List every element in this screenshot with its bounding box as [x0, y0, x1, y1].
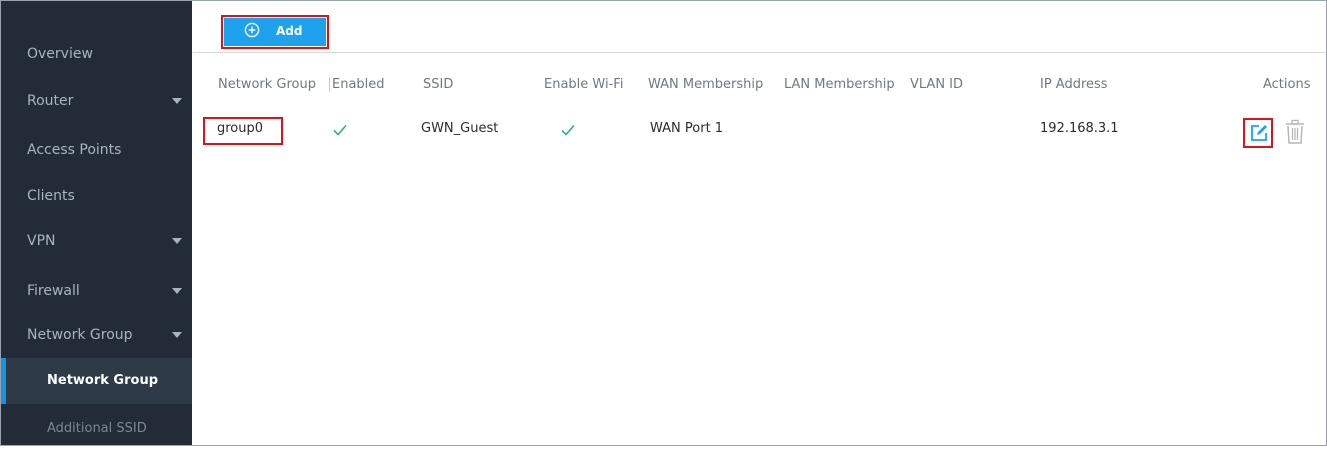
toolbar-divider	[193, 52, 1325, 53]
caret-down-icon	[172, 288, 182, 294]
sidebar-subitem-label: Additional SSID	[47, 421, 147, 436]
column-header-ssid[interactable]: SSID	[423, 77, 453, 92]
trash-icon[interactable]	[1285, 119, 1305, 145]
sidebar-item-label: VPN	[27, 233, 56, 249]
column-header-enabled[interactable]: Enabled	[329, 77, 385, 92]
sidebar: Overview Router Access Points Clients VP…	[1, 1, 192, 445]
sidebar-item-label: Network Group	[27, 327, 133, 343]
sidebar-item-overview[interactable]: Overview	[1, 31, 192, 77]
sidebar-subitem-label: Network Group	[47, 373, 159, 388]
sidebar-item-router[interactable]: Router	[1, 78, 192, 124]
column-header-actions: Actions	[1263, 77, 1311, 92]
column-header-network-group[interactable]: Network Group	[218, 77, 316, 92]
network-group-name[interactable]: group0	[217, 121, 263, 136]
sidebar-item-access-points[interactable]: Access Points	[1, 127, 192, 173]
sidebar-item-label: Access Points	[27, 142, 122, 158]
column-header-vlan-id[interactable]: VLAN ID	[910, 77, 963, 92]
caret-down-icon	[172, 332, 182, 338]
sidebar-item-clients[interactable]: Clients	[1, 173, 192, 219]
column-header-lan-membership[interactable]: LAN Membership	[784, 77, 895, 92]
sidebar-item-label: Clients	[27, 188, 75, 204]
sidebar-item-label: Overview	[27, 46, 93, 62]
sidebar-subitem-network-group[interactable]: Network Group	[1, 358, 192, 404]
caret-down-icon	[172, 238, 182, 244]
column-header-enable-wifi[interactable]: Enable Wi-Fi	[544, 77, 623, 92]
sidebar-item-vpn[interactable]: VPN	[1, 218, 192, 264]
check-icon	[333, 124, 347, 136]
add-button-label: Add	[276, 24, 303, 38]
plus-circle-icon	[244, 22, 260, 38]
main-content: Add Network Group Enabled SSID Enable Wi…	[193, 1, 1325, 445]
column-header-wan-membership[interactable]: WAN Membership	[648, 77, 763, 92]
wan-membership-value: WAN Port 1	[650, 121, 724, 136]
edit-icon	[1251, 125, 1267, 141]
ssid-value: GWN_Guest	[421, 121, 499, 136]
ip-address-value: 192.168.3.1	[1040, 121, 1119, 136]
sidebar-item-firewall[interactable]: Firewall	[1, 268, 192, 314]
check-icon	[561, 124, 575, 136]
column-header-ip-address[interactable]: IP Address	[1040, 77, 1108, 92]
sidebar-item-label: Router	[27, 93, 74, 109]
add-button[interactable]: Add	[224, 18, 326, 46]
sidebar-item-label: Firewall	[27, 283, 80, 299]
sidebar-item-network-group[interactable]: Network Group	[1, 312, 192, 358]
sidebar-subitem-additional-ssid[interactable]: Additional SSID	[1, 406, 192, 452]
caret-down-icon	[172, 98, 182, 104]
edit-button[interactable]	[1243, 118, 1273, 148]
